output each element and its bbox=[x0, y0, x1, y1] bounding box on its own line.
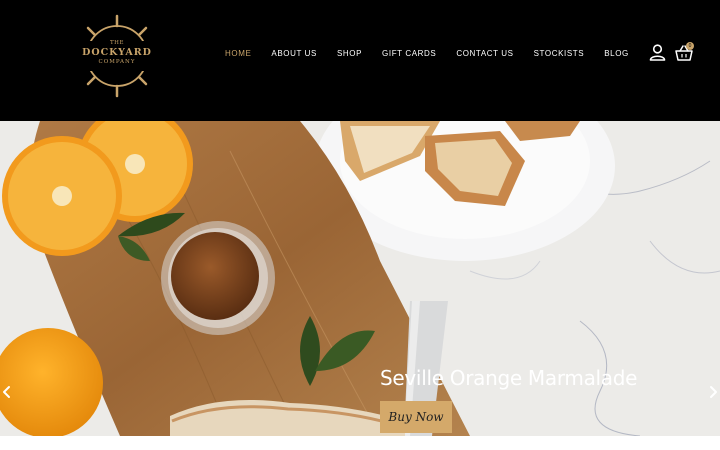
page-content-area bbox=[0, 436, 720, 450]
nav-home[interactable]: HOME bbox=[225, 49, 251, 58]
main-nav: HOME ABOUT US SHOP GIFT CARDS CONTACT US… bbox=[225, 49, 649, 58]
cart-count-badge: 0 bbox=[686, 42, 694, 50]
user-icon[interactable] bbox=[649, 44, 666, 61]
logo-company-text: COMPANY bbox=[98, 59, 136, 65]
nav-blog[interactable]: BLOG bbox=[604, 49, 629, 58]
site-header: THE DOCKYARD COMPANY HOME ABOUT US SHOP … bbox=[0, 0, 720, 121]
logo-name-text: DOCKYARD bbox=[82, 47, 152, 58]
logo-the-text: THE bbox=[110, 40, 124, 46]
hero-slider: Seville Orange Marmalade Buy Now bbox=[0, 121, 720, 436]
chevron-left-icon[interactable] bbox=[0, 384, 14, 400]
nav-stockists[interactable]: STOCKISTS bbox=[534, 49, 585, 58]
nav-about-us[interactable]: ABOUT US bbox=[271, 49, 317, 58]
nav-shop[interactable]: SHOP bbox=[337, 49, 362, 58]
slide-title: Seville Orange Marmalade bbox=[380, 366, 638, 390]
chevron-right-icon[interactable] bbox=[706, 384, 720, 400]
buy-now-button[interactable]: Buy Now bbox=[380, 401, 452, 433]
nav-gift-cards[interactable]: GIFT CARDS bbox=[382, 49, 436, 58]
logo[interactable]: THE DOCKYARD COMPANY bbox=[72, 14, 162, 98]
nav-contact-us[interactable]: CONTACT US bbox=[456, 49, 513, 58]
